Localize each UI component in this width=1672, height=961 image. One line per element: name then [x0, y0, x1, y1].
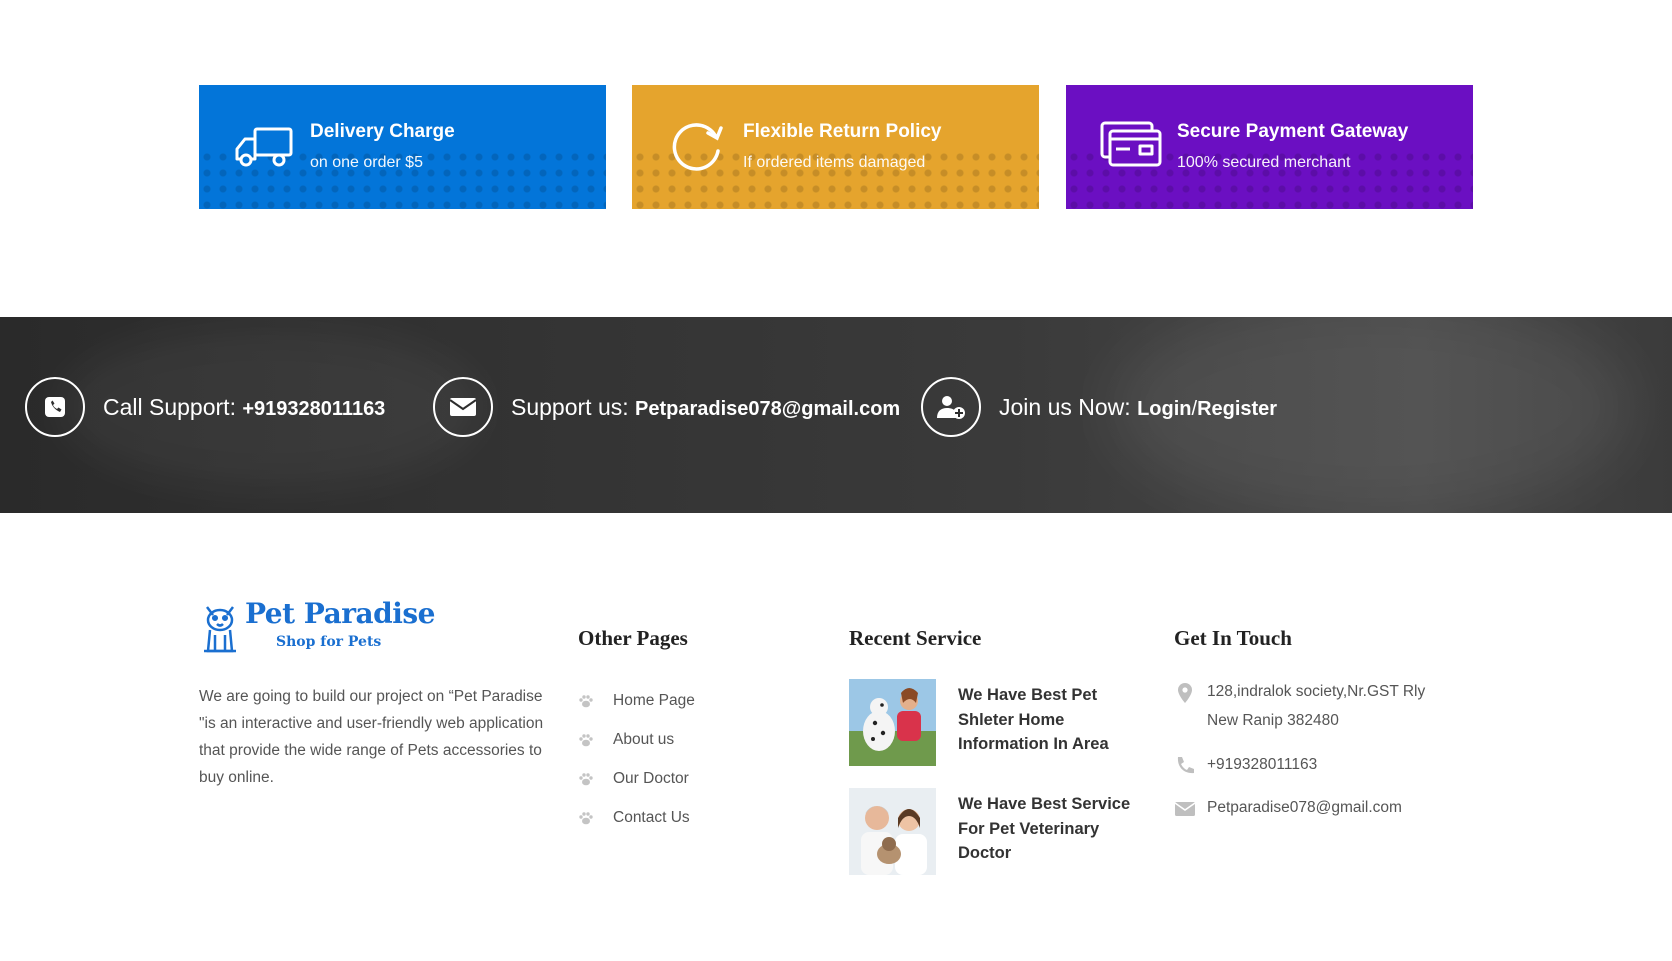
- feature-subtitle: on one order $5: [310, 154, 423, 171]
- features-section: Delivery Charge on one order $5 Flexible…: [199, 85, 1473, 209]
- phone-icon: [45, 397, 65, 417]
- link-home-page[interactable]: Home Page: [578, 681, 695, 720]
- other-pages-list: Home Page About us Our Doctor Contact Us: [578, 681, 695, 837]
- link-about-us[interactable]: About us: [578, 720, 695, 759]
- recent-service-item[interactable]: We Have Best Pet Shleter Home Informatio…: [849, 679, 1149, 767]
- email-support-address[interactable]: Petparadise078@gmail.com: [635, 398, 900, 420]
- feature-title: Delivery Charge: [310, 121, 455, 142]
- email-support-label: Support us:: [511, 393, 636, 420]
- get-in-touch-heading: Get In Touch: [1174, 626, 1292, 650]
- recent-service-title[interactable]: We Have Best Pet Shleter Home Informatio…: [958, 683, 1148, 757]
- recent-service-title[interactable]: We Have Best Service For Pet Veterinary …: [958, 792, 1148, 866]
- email-support[interactable]: Support us: Petparadise078@gmail.com: [433, 377, 900, 437]
- join-us-label: Join us Now:: [999, 393, 1138, 420]
- recent-service-item[interactable]: We Have Best Service For Pet Veterinary …: [849, 788, 1149, 876]
- envelope-icon: [1174, 802, 1196, 816]
- call-support[interactable]: Call Support: +919328011163: [25, 377, 385, 437]
- about-text: We are going to build our project on “Pe…: [199, 688, 544, 786]
- recent-service-heading: Recent Service: [849, 626, 982, 650]
- call-support-number[interactable]: +919328011163: [242, 398, 385, 420]
- contact-phone[interactable]: +919328011163: [1174, 750, 1317, 779]
- contact-phone-number[interactable]: +919328011163: [1207, 750, 1317, 779]
- map-marker-icon: [1178, 683, 1192, 703]
- link-label: Our Doctor: [613, 769, 689, 787]
- address-line-1: 128,indralok society,Nr.GST Rly: [1207, 683, 1426, 700]
- join-us: Join us Now: Login/Register: [921, 377, 1277, 437]
- join-us-text: Join us Now: Login/Register: [999, 394, 1277, 421]
- envelope-icon-circle: [433, 377, 493, 437]
- site-logo[interactable]: Pet Paradise Shop for Pets: [199, 597, 435, 659]
- dog-logo-icon: [204, 606, 236, 653]
- user-plus-icon: [937, 396, 965, 419]
- logo-subtitle: Shop for Pets: [276, 634, 382, 650]
- user-plus-icon-circle: [921, 377, 981, 437]
- call-support-text: Call Support: +919328011163: [103, 394, 385, 421]
- call-support-label: Call Support:: [103, 393, 243, 420]
- paw-icon: [579, 733, 593, 746]
- contact-email-address[interactable]: Petparadise078@gmail.com: [1207, 793, 1402, 822]
- contact-band: Call Support: +919328011163 Support us: …: [0, 317, 1672, 513]
- feature-subtitle: If ordered items damaged: [743, 154, 926, 171]
- truck-icon: [235, 127, 293, 167]
- feature-title: Secure Payment Gateway: [1177, 121, 1409, 142]
- link-label: About us: [613, 730, 675, 748]
- refresh-icon: [672, 123, 723, 171]
- paw-icon: [579, 811, 593, 824]
- email-support-text: Support us: Petparadise078@gmail.com: [511, 394, 900, 421]
- phone-icon: [1177, 757, 1194, 774]
- address-line-2: New Ranip 382480: [1207, 712, 1339, 729]
- link-label: Contact Us: [613, 808, 690, 826]
- link-label: Home Page: [613, 691, 695, 709]
- login-link[interactable]: Login: [1137, 398, 1191, 420]
- link-contact-us[interactable]: Contact Us: [578, 798, 695, 837]
- paw-icon: [579, 694, 593, 707]
- link-our-doctor[interactable]: Our Doctor: [578, 759, 695, 798]
- contact-email[interactable]: Petparadise078@gmail.com: [1174, 793, 1402, 822]
- feature-title: Flexible Return Policy: [743, 121, 942, 142]
- feature-card-return: Flexible Return Policy If ordered items …: [632, 85, 1039, 209]
- feature-subtitle: 100% secured merchant: [1177, 154, 1351, 171]
- feature-card-payment: Secure Payment Gateway 100% secured merc…: [1066, 85, 1473, 209]
- other-pages-heading: Other Pages: [578, 626, 688, 650]
- service-thumbnail-image[interactable]: [849, 788, 936, 875]
- paw-icon: [579, 772, 593, 785]
- contact-address: 128,indralok society,Nr.GST Rly New Rani…: [1174, 677, 1425, 735]
- footer: Pet Paradise Shop for Pets We are going …: [0, 513, 1672, 961]
- logo-title: Pet Paradise: [245, 597, 435, 630]
- register-link[interactable]: Register: [1197, 398, 1277, 420]
- address-lines: 128,indralok society,Nr.GST Rly New Rani…: [1207, 677, 1425, 735]
- credit-card-icon: [1100, 121, 1162, 167]
- service-thumbnail-image[interactable]: [849, 679, 936, 766]
- feature-card-delivery: Delivery Charge on one order $5: [199, 85, 606, 209]
- phone-icon-circle: [25, 377, 85, 437]
- envelope-icon: [449, 398, 477, 416]
